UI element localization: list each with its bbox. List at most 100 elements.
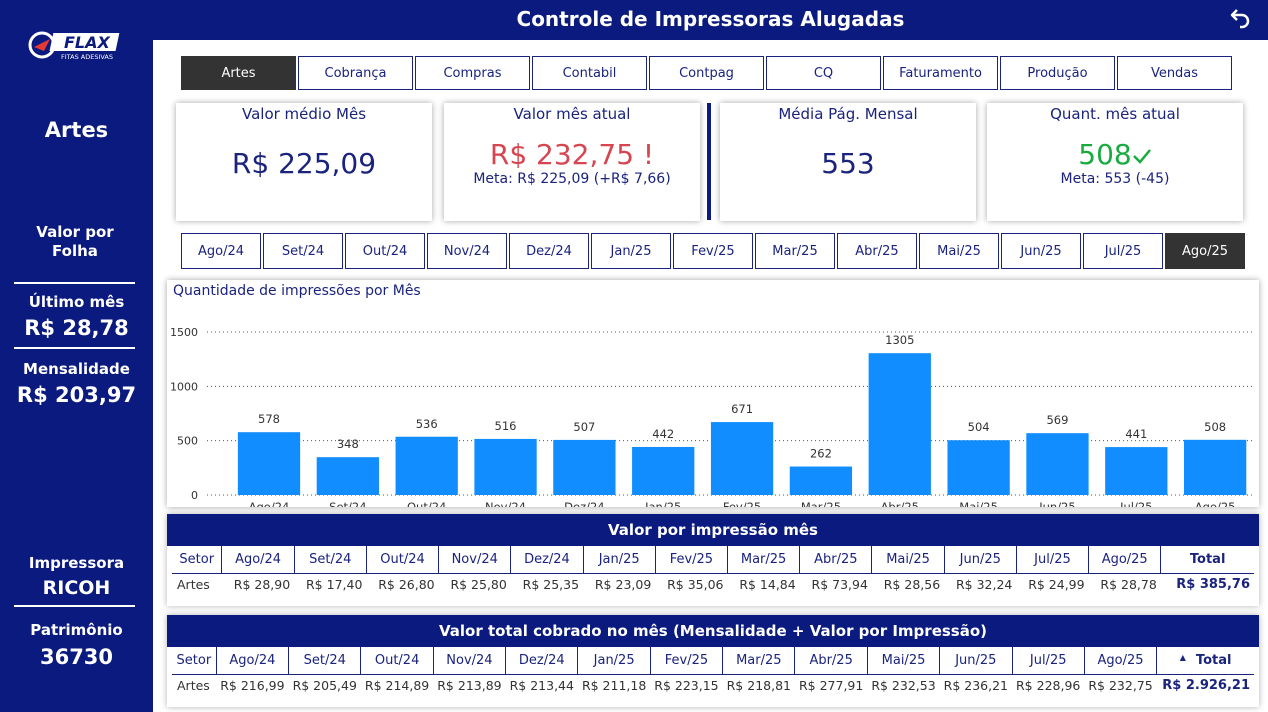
tab-produção[interactable]: Produção xyxy=(1000,56,1115,90)
month-tab-mar-25[interactable]: Mar/25 xyxy=(755,233,835,269)
table-cell: R$ 25,35 xyxy=(522,576,580,592)
table-cell: R$ 28,90 xyxy=(233,576,291,592)
month-tab-abr-25[interactable]: Abr/25 xyxy=(837,233,917,269)
chart-bar xyxy=(710,422,774,495)
col-header-ago-25[interactable]: Ago/25 xyxy=(1088,546,1162,574)
month-tab-dez-24[interactable]: Dez/24 xyxy=(509,233,589,269)
tab-contpag[interactable]: Contpag xyxy=(649,56,764,90)
kpi-avg-value: R$ 225,09 xyxy=(231,147,377,180)
month-tab-ago-25[interactable]: Ago/25 xyxy=(1165,233,1245,269)
tab-contabil[interactable]: Contabil xyxy=(532,56,647,90)
col-header-label: Set/24 xyxy=(309,551,352,567)
col-header-jun-25[interactable]: Jun/25 xyxy=(939,647,1013,675)
table-cell: R$ 213,44 xyxy=(509,677,574,693)
col-header-out-24[interactable]: Out/24 xyxy=(366,546,440,574)
col-header-mai-25[interactable]: Mai/25 xyxy=(867,647,941,675)
col-header-mar-25[interactable]: Mar/25 xyxy=(722,647,796,675)
table-cell: R$ 25,80 xyxy=(450,576,507,592)
patrimonio-value: 36730 xyxy=(39,645,114,669)
col-header-setor[interactable]: Setor xyxy=(172,546,223,574)
col-header-out-24[interactable]: Out/24 xyxy=(360,647,434,675)
mensalidade-label: Mensalidade xyxy=(23,360,130,378)
bar-chart: 0 500 1000 1500 578 Ago/24 348 Set/24 536 Out/24 5… xyxy=(170,326,1252,507)
col-header-total[interactable]: ▲ Total xyxy=(1156,647,1254,675)
col-header-fev-25[interactable]: Fev/25 xyxy=(650,647,724,675)
month-tab-nov-24[interactable]: Nov/24 xyxy=(427,233,507,269)
table-cell: R$ 2.926,21 xyxy=(1162,677,1250,693)
data-label: 569 xyxy=(1046,413,1068,427)
chart-bar xyxy=(947,440,1010,495)
x-tick-label: Fev/25 xyxy=(723,500,761,507)
tab-cq[interactable]: CQ xyxy=(766,56,881,90)
col-header-total[interactable]: Total xyxy=(1160,546,1254,574)
col-header-setor[interactable]: Setor xyxy=(172,647,217,675)
tab-cobrança[interactable]: Cobrança xyxy=(298,56,413,90)
kpi-qty-title: Quant. mês atual xyxy=(1050,105,1180,123)
kpi-avg-title: Valor médio Mês xyxy=(241,105,367,123)
col-header-jan-25[interactable]: Jan/25 xyxy=(583,546,656,574)
tab-faturamento[interactable]: Faturamento xyxy=(883,56,998,90)
table-header-row: Setor Ago/24 Set/24 Out/24 Nov/24 Dez/24 Jan/2… xyxy=(172,546,1254,574)
month-tab-jul-25[interactable]: Jul/25 xyxy=(1083,233,1163,269)
month-tab-jan-25[interactable]: Jan/25 xyxy=(591,233,671,269)
month-tab-ago-24[interactable]: Ago/24 xyxy=(181,233,261,269)
col-header-label: Jul/25 xyxy=(1034,551,1071,567)
month-tab-set-24[interactable]: Set/24 xyxy=(263,233,343,269)
main-panel: Artes Cobrança Compras Contabil Contpag CQ Fat… xyxy=(153,40,1268,712)
month-tab-fev-25[interactable]: Fev/25 xyxy=(673,233,753,269)
col-header-abr-25[interactable]: Abr/25 xyxy=(799,546,873,574)
month-tab-out-24[interactable]: Out/24 xyxy=(345,233,425,269)
data-label: 536 xyxy=(416,417,438,431)
cell-setor: Artes xyxy=(177,576,210,592)
x-tick-label: Mai/25 xyxy=(959,500,998,507)
month-tab-jun-25[interactable]: Jun/25 xyxy=(1001,233,1081,269)
col-header-set-24[interactable]: Set/24 xyxy=(288,647,362,675)
col-header-dez-24[interactable]: Dez/24 xyxy=(510,546,584,574)
tab-vendas[interactable]: Vendas xyxy=(1117,56,1232,90)
col-header-ago-25[interactable]: Ago/25 xyxy=(1084,647,1158,675)
col-header-ago-24[interactable]: Ago/24 xyxy=(216,647,290,675)
chart-bar xyxy=(1026,433,1089,495)
col-header-jan-25[interactable]: Jan/25 xyxy=(577,647,651,675)
kpi-qty-value: 508 xyxy=(1078,138,1132,171)
col-header-label: Ago/24 xyxy=(229,652,276,668)
tab-artes[interactable]: Artes xyxy=(181,56,296,90)
data-label: 516 xyxy=(495,419,517,433)
sector-name: Artes xyxy=(44,118,109,142)
tab-compras[interactable]: Compras xyxy=(415,56,530,90)
x-tick-label: Ago/25 xyxy=(1195,500,1236,507)
col-header-label: Ago/25 xyxy=(1097,652,1144,668)
kpi-avg-card: Valor médio Mês R$ 225,09 xyxy=(176,103,432,221)
flax-logo: FLAX FITAS ADESIVAS xyxy=(28,31,120,61)
col-header-dez-24[interactable]: Dez/24 xyxy=(505,647,579,675)
table-valor-impressao: Valor por impressão mês Setor Ago/24 Set/2… xyxy=(167,514,1259,606)
kpi-qty-sub: Meta: 553 (-45) xyxy=(1060,171,1170,187)
col-header-mai-25[interactable]: Mai/25 xyxy=(871,546,945,574)
col-header-set-24[interactable]: Set/24 xyxy=(294,546,367,574)
x-tick-label: Ago/24 xyxy=(249,500,290,507)
table-cell: R$ 205,49 xyxy=(292,677,357,693)
chart-bar xyxy=(553,439,616,495)
col-header-fev-25[interactable]: Fev/25 xyxy=(655,546,729,574)
col-header-ago-24[interactable]: Ago/24 xyxy=(221,546,295,574)
col-header-jul-25[interactable]: Jul/25 xyxy=(1016,546,1090,574)
back-button[interactable] xyxy=(1226,6,1254,34)
y-tick-label: 0 xyxy=(191,489,198,502)
col-header-jun-25[interactable]: Jun/25 xyxy=(944,546,1017,574)
col-header-label: Jun/25 xyxy=(955,652,997,668)
x-tick-label: Abr/25 xyxy=(881,500,919,507)
col-header-nov-24[interactable]: Nov/24 xyxy=(438,546,512,574)
col-header-jul-25[interactable]: Jul/25 xyxy=(1012,647,1085,675)
table-cell: R$ 277,91 xyxy=(798,677,864,693)
col-header-mar-25[interactable]: Mar/25 xyxy=(727,546,801,574)
table-cell: R$ 26,80 xyxy=(378,576,435,592)
table-row: Artes R$ 28,90 R$ 17,40 R$ 26,80 R$ 25,80 R$ … xyxy=(172,573,1254,595)
col-header-abr-25[interactable]: Abr/25 xyxy=(794,647,868,675)
valor-por-folha-label: Valor por Folha xyxy=(36,223,114,260)
month-tab-mai-25[interactable]: Mai/25 xyxy=(919,233,999,269)
col-header-nov-24[interactable]: Nov/24 xyxy=(433,647,507,675)
table-valor-impressao-grid: Setor Ago/24 Set/24 Out/24 Nov/24 Dez/24 Jan/2… xyxy=(172,546,1254,595)
table-valor-impressao-title: Valor por impressão mês xyxy=(167,514,1259,546)
table-cell: R$ 211,18 xyxy=(581,677,647,693)
kpi-pages-value: 553 xyxy=(821,147,875,180)
